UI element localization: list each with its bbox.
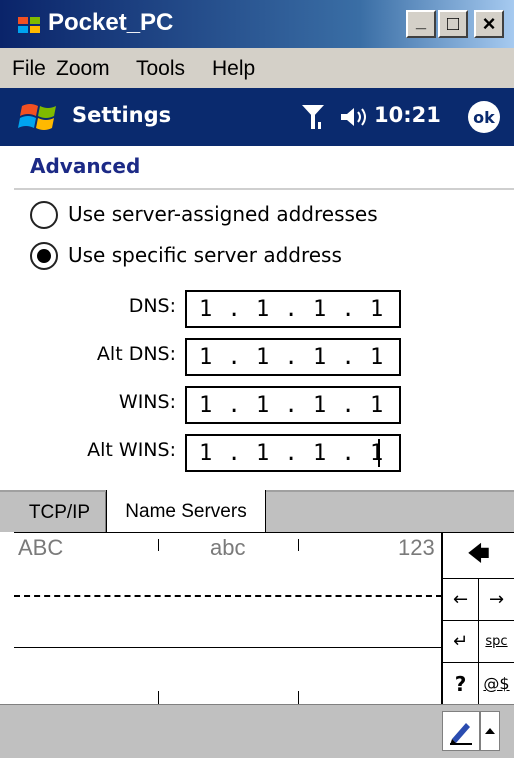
ok-label: ok <box>473 107 495 127</box>
close-icon: × <box>482 11 496 36</box>
dns-label: DNS: <box>128 295 176 317</box>
window-titlebar: Pocket_PC _ □ × <box>0 0 514 48</box>
tab-tcpip[interactable]: TCP/IP <box>14 492 106 534</box>
hint-lowercase: abc <box>210 535 246 560</box>
right-arrow-icon: → <box>488 589 505 610</box>
enter-button[interactable]: ↵ <box>442 621 478 663</box>
maximize-button[interactable]: □ <box>438 10 468 38</box>
dns-field[interactable]: 1 . 1 . 1 . 1 <box>185 290 401 328</box>
hint-uppercase: ABC <box>18 535 64 560</box>
radio-server-assigned-label[interactable]: Use server-assigned addresses <box>68 202 378 226</box>
zone-divider-bottom <box>298 691 299 705</box>
sip-menu-button[interactable] <box>480 711 500 751</box>
volume-icon[interactable] <box>338 104 368 130</box>
input-panel: ABC abc 123 🡄 ← → ↵ spc ? @$ <box>14 532 514 705</box>
menu-bar: File Zoom Tools Help <box>0 48 514 88</box>
app-windows-icon <box>18 17 40 33</box>
signal-icon[interactable] <box>298 102 328 132</box>
heading-divider <box>14 188 514 190</box>
close-button[interactable]: × <box>474 10 504 38</box>
pen-icon <box>450 723 472 745</box>
menu-tools[interactable]: Tools <box>136 57 185 81</box>
writing-area[interactable]: ABC abc 123 <box>14 533 442 705</box>
chevron-up-icon <box>485 728 495 734</box>
radio-specific-address-label[interactable]: Use specific server address <box>68 243 342 267</box>
page-title: Advanced <box>30 154 141 178</box>
alt-wins-value: 1 . 1 . 1 . 1 <box>199 440 385 466</box>
start-flag-icon[interactable] <box>18 100 62 136</box>
zone-divider-top <box>298 539 299 551</box>
writing-divider <box>14 647 442 648</box>
minimize-icon: _ <box>415 10 426 31</box>
bottom-bar <box>0 704 514 758</box>
help-button[interactable]: ? <box>442 663 478 705</box>
help-label: ? <box>454 671 467 696</box>
text-caret <box>378 439 381 467</box>
window-title: Pocket_PC <box>48 9 174 36</box>
tab-name-servers-label: Name Servers <box>125 500 247 522</box>
wins-field[interactable]: 1 . 1 . 1 . 1 <box>185 386 401 424</box>
zone-divider-top <box>158 539 159 551</box>
radio-server-assigned[interactable] <box>30 201 58 229</box>
menu-zoom[interactable]: Zoom <box>56 57 110 81</box>
space-button[interactable]: spc <box>478 621 514 663</box>
alt-dns-field[interactable]: 1 . 1 . 1 . 1 <box>185 338 401 376</box>
alt-dns-label: Alt DNS: <box>96 343 176 365</box>
zone-divider-bottom <box>158 691 159 705</box>
symbols-label: @$ <box>483 674 510 693</box>
left-arrow-icon: ← <box>452 589 469 610</box>
ok-button[interactable]: ok <box>468 101 500 133</box>
hint-numbers: 123 <box>398 535 435 560</box>
alt-wins-field[interactable]: 1 . 1 . 1 . 1 <box>185 434 401 472</box>
tab-name-servers[interactable]: Name Servers <box>106 490 266 534</box>
nav-title: Settings <box>72 103 172 127</box>
enter-icon: ↵ <box>452 631 469 652</box>
tab-strip: TCP/IP Name Servers <box>0 490 514 534</box>
menu-file[interactable]: File <box>12 57 46 81</box>
space-label: spc <box>485 634 508 649</box>
input-method-button[interactable] <box>442 711 480 751</box>
maximize-icon: □ <box>446 12 460 35</box>
wins-label: WINS: <box>118 391 176 413</box>
minimize-button[interactable]: _ <box>406 10 436 38</box>
right-arrow-button[interactable]: → <box>478 579 514 621</box>
baseline-guide <box>14 595 442 597</box>
tab-tcpip-label: TCP/IP <box>28 502 91 523</box>
radio-specific-address[interactable] <box>30 242 58 270</box>
pocketpc-navbar: Settings 10:21 ok <box>0 88 514 146</box>
recognizer-keys: 🡄 ← → ↵ spc ? @$ <box>442 533 514 705</box>
symbols-button[interactable]: @$ <box>478 663 514 705</box>
menu-help[interactable]: Help <box>212 57 255 81</box>
left-arrow-button[interactable]: ← <box>442 579 478 621</box>
clock[interactable]: 10:21 <box>374 103 441 127</box>
backspace-button[interactable]: 🡄 <box>442 533 514 579</box>
backspace-icon: 🡄 <box>467 541 490 567</box>
alt-wins-label: Alt WINS: <box>87 439 176 461</box>
